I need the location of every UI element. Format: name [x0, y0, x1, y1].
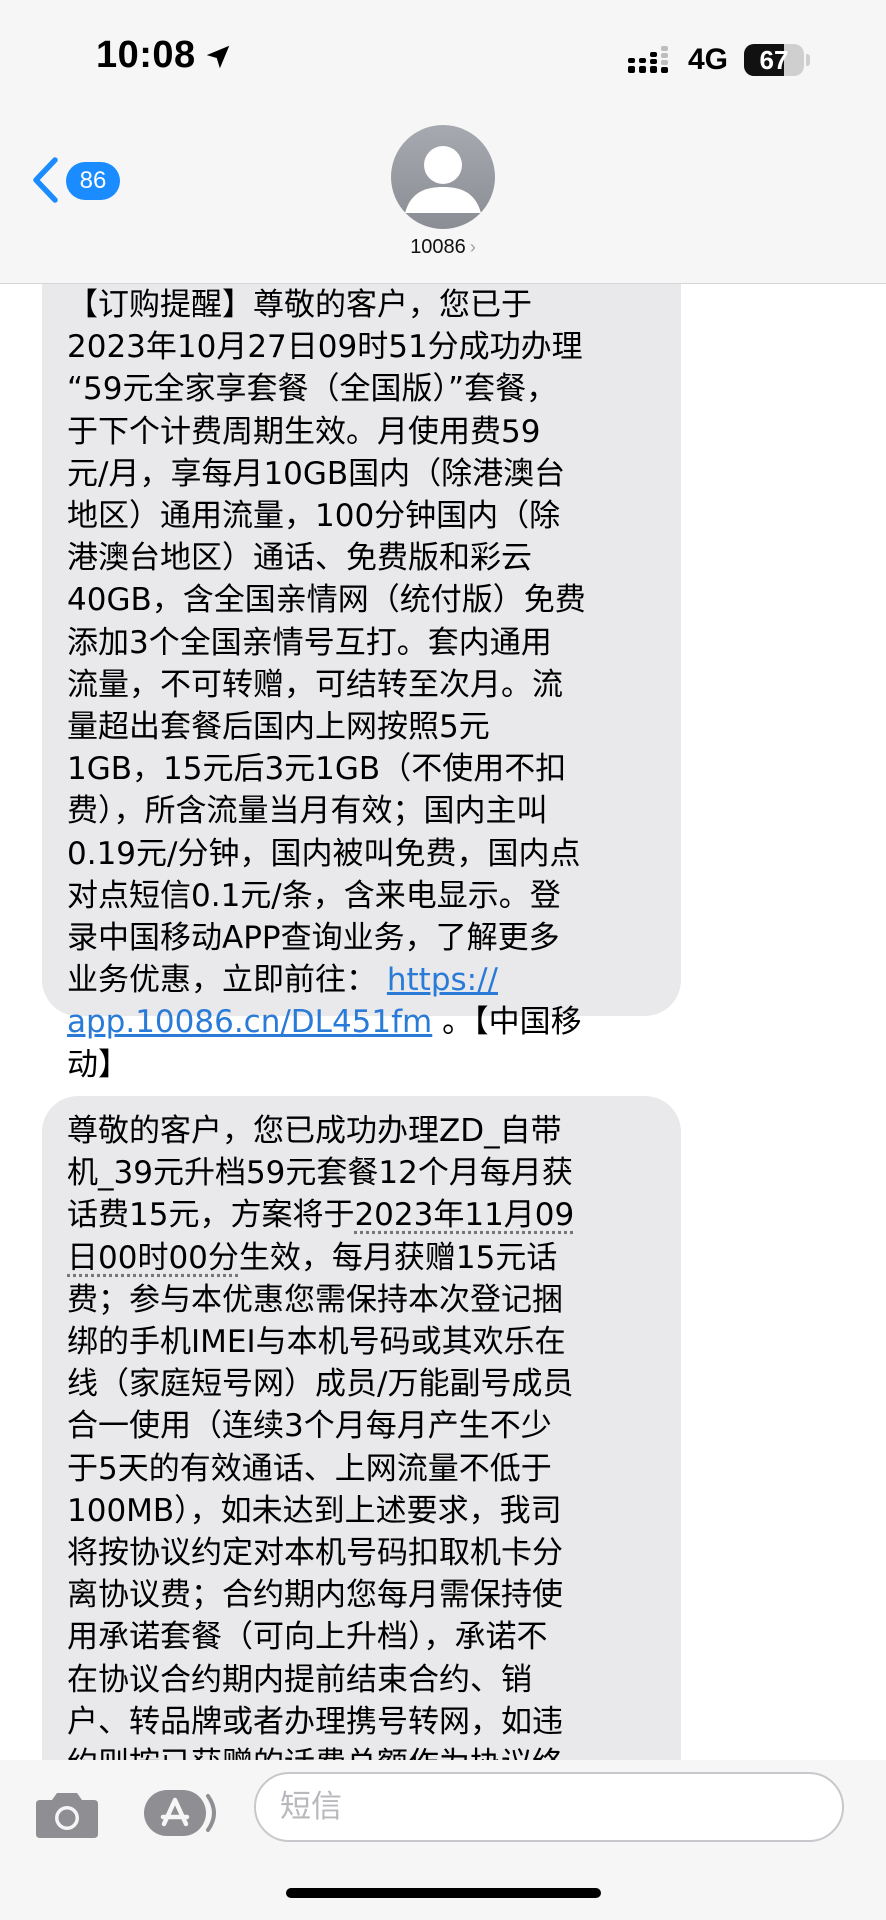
- message-line: 费；参与本优惠您需保持本次登记捆: [67, 1281, 563, 1318]
- message-link[interactable]: https://: [387, 962, 498, 998]
- home-indicator: [286, 1888, 601, 1898]
- conversation-header: 86 10086 ›: [0, 120, 886, 284]
- message-text: 业务优惠，立即前往：: [67, 962, 377, 999]
- message-line: 2023年10月27日09时51分成功办理: [67, 329, 583, 366]
- message-text: 。【中国移: [432, 1004, 582, 1041]
- battery-icon: 67: [744, 44, 804, 76]
- message-bubble-plan-offer[interactable]: 尊敬的客户，您已成功办理ZD_自带 机_39元升档59元套餐12个月每月获 话费…: [42, 1096, 681, 1760]
- person-icon: [405, 146, 481, 213]
- message-line: 于5天的有效通话、上网流量不低于: [67, 1450, 552, 1487]
- compose-bar: [0, 1760, 886, 1920]
- battery-tip: [806, 54, 810, 66]
- message-line: 动】: [67, 1046, 129, 1083]
- unread-count-badge: 86: [66, 162, 120, 200]
- message-line: 户、转品牌或者办理携号转网，如违: [67, 1703, 563, 1740]
- message-bubble-order-reminder[interactable]: 【订购提醒】尊敬的客户，您已于 2023年10月27日09时51分成功办理 “5…: [42, 284, 681, 1083]
- message-line: 机_39元升档59元套餐12个月每月获: [67, 1155, 573, 1192]
- contact-name-button[interactable]: 10086 ›: [0, 236, 886, 259]
- back-button[interactable]: 86: [30, 150, 130, 210]
- message-line: 话费15元，方案将于2023年11月09: [67, 1194, 661, 1236]
- message-line: 用承诺套餐（可向上升档），承诺不: [67, 1619, 548, 1656]
- message-line: 1GB，15元后3元1GB（不使用不扣: [67, 751, 567, 788]
- message-line: 流量，不可转赠，可结转至次月。流: [67, 666, 563, 703]
- location-arrow-icon: [206, 45, 230, 69]
- contact-avatar[interactable]: [391, 125, 495, 229]
- message-line: 元/月，享每月10GB国内（除港澳台: [67, 455, 566, 492]
- message-text: 生效，每月获赠15元话: [238, 1239, 558, 1276]
- message-line: 100MB），如未达到上述要求，我司: [67, 1492, 562, 1529]
- message-line: 添加3个全国亲情号互打。套内通用: [67, 624, 552, 661]
- message-line: 业务优惠，立即前往： https://: [67, 959, 661, 1001]
- message-line: 0.19元/分钟，国内被叫免费，国内点: [67, 835, 581, 872]
- message-line: 绑的手机IMEI与本机号码或其欢乐在: [67, 1324, 566, 1361]
- status-bar: 10:08 4G 67: [0, 0, 886, 120]
- message-line: 约则按已获赠的话费总额作为协议终: [67, 1743, 661, 1760]
- message-line: 【订购提醒】尊敬的客户，您已于: [67, 287, 532, 323]
- chevron-left-icon: [33, 157, 58, 203]
- message-line: 将按协议约定对本机号码扣取机卡分: [67, 1535, 563, 1572]
- message-line: 对点短信0.1元/条，含来电显示。登: [67, 877, 561, 914]
- message-list[interactable]: 【订购提醒】尊敬的客户，您已于 2023年10月27日09时51分成功办理 “5…: [0, 284, 886, 1760]
- message-line: 量超出套餐后国内上网按照5元: [67, 709, 490, 746]
- message-line: 40GB，含全国亲情网（统付版）免费: [67, 582, 586, 619]
- message-line: 港澳台地区）通话、免费版和彩云: [67, 540, 532, 577]
- message-line: 地区）通用流量，100分钟国内（除: [67, 498, 561, 535]
- message-line: 合一使用（连续3个月每月产生不少: [67, 1408, 552, 1445]
- message-text: 话费15元，方案将于: [67, 1197, 355, 1234]
- contact-name: 10086: [410, 236, 466, 258]
- date-link[interactable]: 2023年11月09: [354, 1197, 574, 1233]
- message-line: 线（家庭短号网）成员/万能副号成员: [67, 1366, 574, 1403]
- contact-chevron-icon: ›: [469, 237, 476, 257]
- date-link-continued[interactable]: 日00时00分: [67, 1240, 239, 1276]
- message-line: 离协议费；合约期内您每月需保持使: [67, 1577, 563, 1614]
- message-link-continued[interactable]: app.10086.cn/DL451fm: [67, 1004, 432, 1040]
- message-line: 日00时00分生效，每月获赠15元话: [67, 1237, 661, 1279]
- network-type-label: 4G: [688, 43, 729, 76]
- app-store-icon[interactable]: [142, 1788, 220, 1838]
- message-line: app.10086.cn/DL451fm 。【中国移: [67, 1001, 661, 1043]
- message-line: 录中国移动APP查询业务，了解更多: [67, 920, 560, 957]
- message-line: 费），所含流量当月有效；国内主叫: [67, 793, 548, 830]
- message-line: 于下个计费周期生效。月使用费59: [67, 413, 541, 450]
- battery-percent: 67: [759, 45, 789, 75]
- status-time: 10:08: [96, 34, 196, 76]
- camera-icon[interactable]: [34, 1788, 100, 1840]
- message-line: 在协议合约期内提前结束合约、销: [67, 1661, 532, 1698]
- message-line: 尊敬的客户，您已成功办理ZD_自带: [67, 1113, 562, 1149]
- message-line: “59元全家享套餐（全国版）”套餐，: [67, 371, 558, 408]
- message-input[interactable]: [254, 1772, 844, 1842]
- signal-icon: [628, 46, 668, 73]
